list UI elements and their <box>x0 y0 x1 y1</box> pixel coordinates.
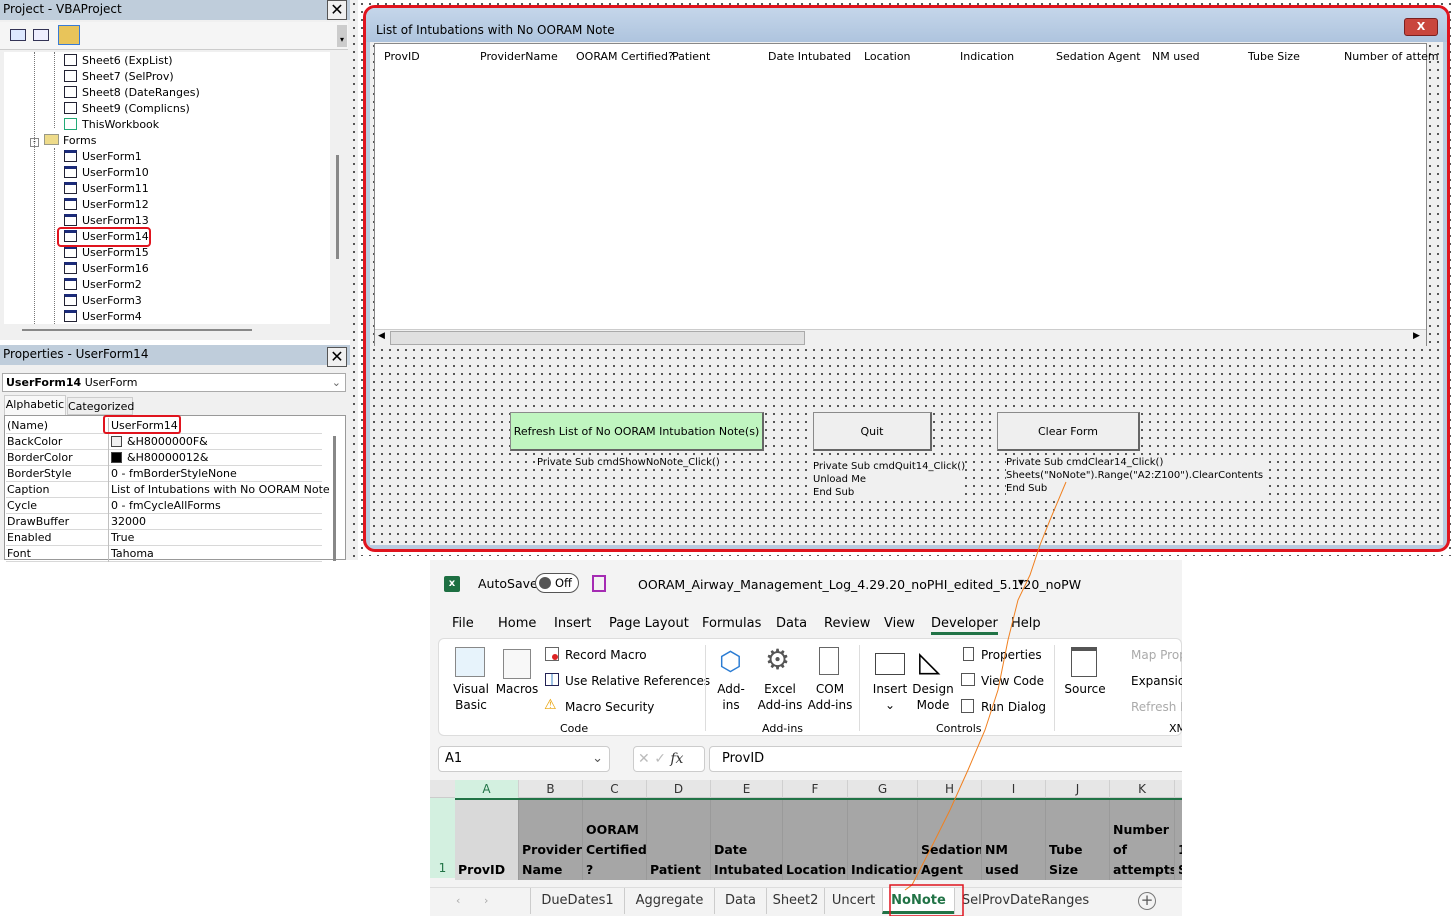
highlight-name-property <box>103 415 181 434</box>
annotation-arrow-line <box>57 227 1067 916</box>
highlight-nonote-tab <box>889 884 964 916</box>
annotation-line <box>904 481 1067 891</box>
highlight-userform14 <box>57 227 151 247</box>
